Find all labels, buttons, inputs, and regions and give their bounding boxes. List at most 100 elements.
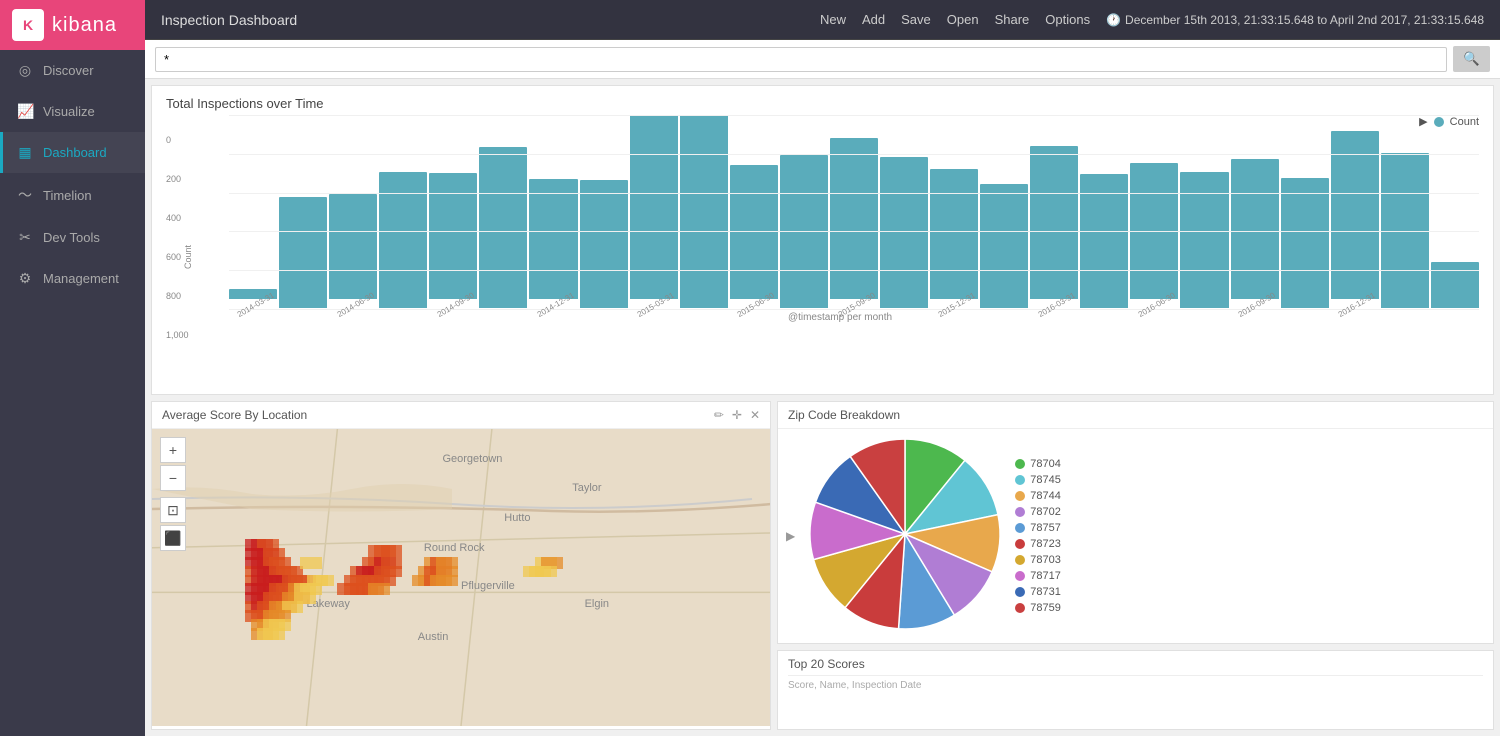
sidebar-item-timelion[interactable]: 〜 Timelion	[0, 173, 145, 217]
close-icon[interactable]: ✕	[750, 408, 760, 422]
legend-label-text: 78702	[1030, 506, 1061, 518]
options-button[interactable]: Options	[1045, 12, 1090, 27]
bar-wrapper: 2015-09-30	[830, 115, 878, 310]
heat-cell	[436, 575, 458, 587]
bar	[1381, 153, 1429, 308]
bottom-panels: Average Score By Location ✏ ✛ ✕	[151, 401, 1494, 730]
legend-label-text: 78704	[1030, 458, 1061, 470]
move-icon[interactable]: ✛	[732, 408, 742, 422]
bar-wrapper	[780, 115, 828, 310]
sidebar-item-visualize[interactable]: 📈 Visualize	[0, 91, 145, 132]
sidebar-item-devtools[interactable]: ✂ Dev Tools	[0, 217, 145, 258]
map-container: Georgetown Taylor Hutto Round Rock Pflug…	[152, 429, 770, 726]
legend-label-text: 78757	[1030, 522, 1061, 534]
heat-cell	[313, 575, 335, 587]
bar-wrapper	[1080, 115, 1128, 310]
sidebar-item-dashboard[interactable]: ▦ Dashboard	[0, 132, 145, 173]
save-button[interactable]: Save	[901, 12, 931, 27]
bar-wrapper	[1180, 115, 1228, 310]
nav-items: ◎ Discover 📈 Visualize ▦ Dashboard 〜 Tim…	[0, 50, 145, 299]
sidebar-item-discover[interactable]: ◎ Discover	[0, 50, 145, 91]
legend-item: 78723	[1015, 538, 1061, 550]
sidebar-item-label: Timelion	[43, 188, 92, 203]
pie-panel-title: Zip Code Breakdown	[788, 408, 900, 422]
scores-panel-title: Top 20 Scores	[788, 657, 1483, 676]
bar	[1331, 131, 1379, 299]
time-range[interactable]: 🕐 December 15th 2013, 21:33:15.648 to Ap…	[1106, 13, 1484, 27]
heatmap-overlay	[152, 429, 770, 726]
legend-color-dot	[1015, 539, 1025, 549]
bar-wrapper: 2015-06-30	[730, 115, 778, 310]
management-icon: ⚙	[17, 270, 33, 287]
bar	[479, 147, 527, 308]
map-panel-actions: ✏ ✛ ✕	[714, 408, 760, 422]
bar-wrapper	[680, 115, 728, 310]
bar	[680, 115, 728, 308]
legend-label-text: 78703	[1030, 554, 1061, 566]
share-button[interactable]: Share	[995, 12, 1030, 27]
time-range-text: December 15th 2013, 21:33:15.648 to Apri…	[1125, 13, 1484, 27]
sidebar-item-label: Dev Tools	[43, 230, 100, 245]
edit-icon[interactable]: ✏	[714, 408, 724, 422]
pie-legend-toggle[interactable]: ▶	[786, 529, 795, 543]
logo-icon: K	[12, 9, 44, 41]
legend-item: 78759	[1015, 602, 1061, 614]
bar-wrapper: 2016-09-30	[1231, 115, 1279, 310]
y-tick: 0	[166, 135, 189, 145]
bar	[1130, 163, 1178, 299]
bars-area: 2014-03-312014-06-302014-09-302014-12-31…	[201, 115, 1479, 310]
pie-legend: 7870478745787447870278757787237870378717…	[1015, 458, 1061, 614]
select-tool-button[interactable]: ⊡	[160, 497, 186, 523]
bar-wrapper	[580, 115, 628, 310]
y-tick: 1,000	[166, 330, 189, 340]
legend-label-text: 78759	[1030, 602, 1061, 614]
bar-wrapper	[1381, 115, 1429, 310]
bar-wrapper	[479, 115, 527, 310]
bar	[730, 165, 778, 299]
open-button[interactable]: Open	[947, 12, 979, 27]
bar	[1080, 174, 1128, 308]
sidebar-item-label: Management	[43, 271, 119, 286]
legend-item: 78731	[1015, 586, 1061, 598]
clock-icon: 🕐	[1106, 13, 1121, 27]
zoom-in-button[interactable]: +	[160, 437, 186, 463]
bar-chart-container: ▶ Count 1,000 800 600 400 200 0 Count	[166, 115, 1479, 365]
new-button[interactable]: New	[820, 12, 846, 27]
bar-wrapper: 2015-03-31	[630, 115, 678, 310]
legend-color-dot	[1015, 555, 1025, 565]
bar	[429, 173, 477, 299]
search-button[interactable]: 🔍	[1453, 46, 1490, 72]
pie-chart-svg	[805, 434, 1005, 634]
right-panels: Zip Code Breakdown ▶ 7870478745787447870…	[777, 401, 1494, 730]
pie-panel-header: Zip Code Breakdown	[778, 402, 1493, 429]
pie-panel: Zip Code Breakdown ▶ 7870478745787447870…	[777, 401, 1494, 644]
bar	[1431, 262, 1479, 308]
bar	[1231, 159, 1279, 299]
bar	[379, 172, 427, 308]
legend-label-text: 78731	[1030, 586, 1061, 598]
heat-cell	[381, 545, 403, 557]
heat-cell	[535, 566, 557, 578]
search-input[interactable]	[155, 47, 1447, 72]
chart-title: Total Inspections over Time	[166, 96, 1479, 111]
zoom-out-button[interactable]: −	[160, 465, 186, 491]
map-panel: Average Score By Location ✏ ✛ ✕	[151, 401, 771, 730]
legend-label-text: 78717	[1030, 570, 1061, 582]
sidebar-item-label: Dashboard	[43, 145, 107, 160]
bar-wrapper: 2015-12-31	[930, 115, 978, 310]
sidebar-item-management[interactable]: ⚙ Management	[0, 258, 145, 299]
devtools-icon: ✂	[17, 229, 33, 246]
heat-cell	[300, 557, 322, 569]
rectangle-tool-button[interactable]: ⬛	[160, 525, 186, 551]
search-icon: 🔍	[1463, 51, 1480, 66]
bar	[980, 184, 1028, 308]
bar	[1281, 178, 1329, 308]
page-title: Inspection Dashboard	[161, 12, 297, 28]
add-button[interactable]: Add	[862, 12, 885, 27]
bar	[1030, 146, 1078, 299]
searchbar: 🔍	[145, 40, 1500, 79]
bar	[329, 194, 377, 299]
bar-chart-panel: Total Inspections over Time ▶ Count 1,00…	[151, 85, 1494, 395]
legend-item: 78757	[1015, 522, 1061, 534]
legend-label-text: 78745	[1030, 474, 1061, 486]
